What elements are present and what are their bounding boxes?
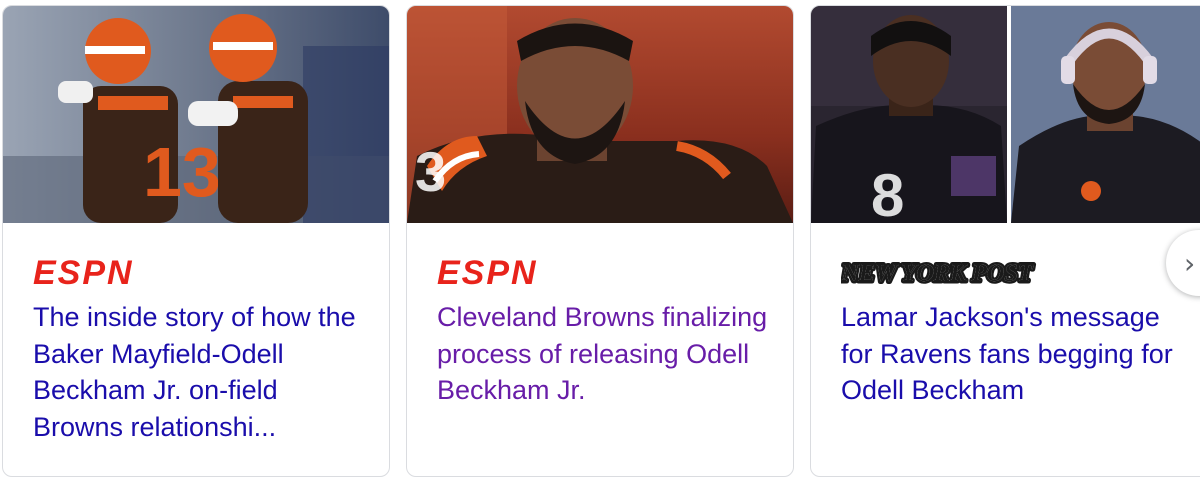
news-carousel: 13 ESPN The inside story of how the Bake… [0,0,1200,477]
news-card-1[interactable]: 13 ESPN The inside story of how the Bake… [2,5,390,477]
espn-logo-text: ESPN [437,254,538,288]
odell-beckham-portrait-image: 3 [407,6,793,223]
lamar-jackson-odell-beckham-image: 8 [811,6,1200,223]
espn-logo: ESPN [437,254,559,292]
news-card-thumbnail[interactable]: 13 [3,6,389,223]
new-york-post-logo: NEW YORK POST NEW YORK POST NEW YORK POS… [838,254,1041,290]
news-headline-link[interactable]: The inside story of how the Baker Mayfie… [33,299,373,445]
espn-logo-text: ESPN [33,254,134,288]
news-card-thumbnail[interactable]: 3 [407,6,793,223]
svg-text:8: 8 [871,162,904,223]
new-york-post-logo-text: NEW YORK POST [841,260,1034,287]
chevron-right-icon: › [1184,247,1196,280]
news-card-thumbnail[interactable]: 8 [811,6,1200,223]
espn-logo: ESPN [33,254,155,292]
news-headline-link[interactable]: Cleveland Browns finalizing process of r… [437,299,777,409]
news-headline-link[interactable]: Lamar Jackson's message for Ravens fans … [841,299,1181,409]
svg-text:13: 13 [143,133,221,211]
news-card-2[interactable]: 3 ESPN Cleveland Browns finalizing proce… [406,5,794,477]
svg-text:3: 3 [415,140,446,203]
news-card-3[interactable]: 8 NEW YORK POST NEW YORK POST NEW YORK P… [810,5,1200,477]
football-players-image: 13 [3,6,389,223]
